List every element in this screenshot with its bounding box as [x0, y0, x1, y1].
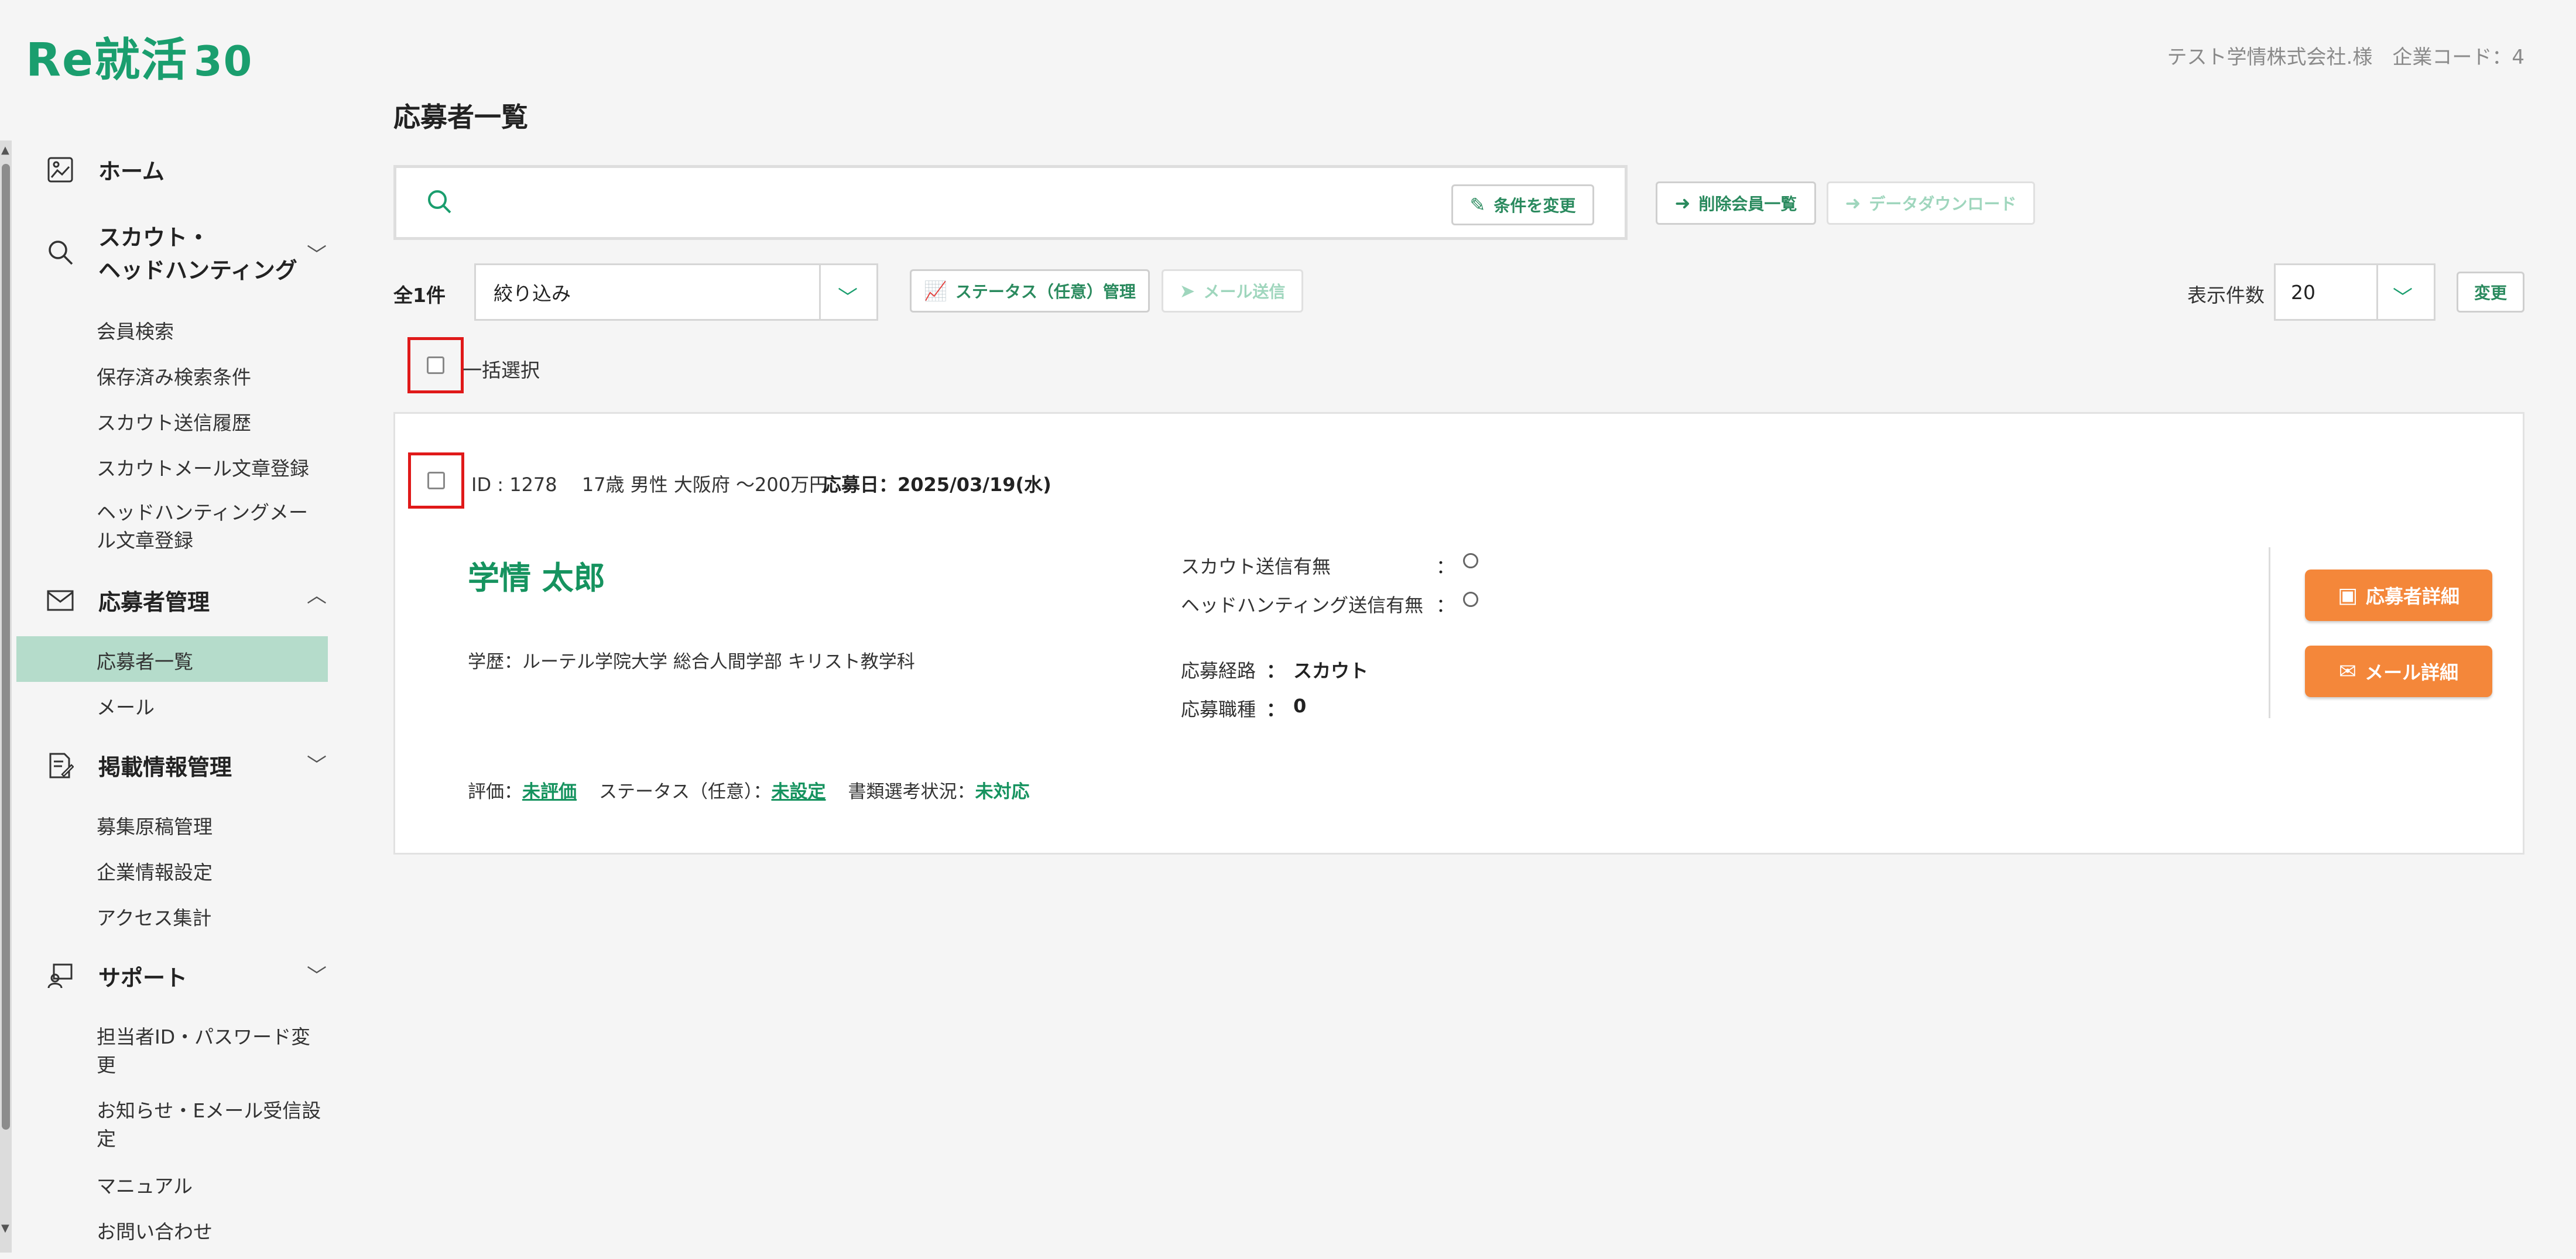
scroll-down-icon[interactable]: ▼	[1, 1222, 9, 1234]
select-all-checkbox[interactable]	[427, 356, 444, 374]
sidebar-item-manual[interactable]: マニュアル	[97, 1171, 193, 1199]
headhunting-sent-label: ヘッドハンティング送信有無	[1181, 594, 1424, 616]
sidebar-label-home: ホーム	[98, 159, 165, 184]
logo-text: Re就活	[26, 34, 188, 87]
applied-date: 応募日：2025/03/19(水)	[823, 474, 1051, 496]
sidebar-item-posting-management[interactable]: 掲載情報管理	[46, 749, 232, 781]
sidebar-label-posting: 掲載情報管理	[98, 754, 232, 780]
chevron-down-icon: ﹀	[838, 286, 858, 310]
sidebar-item-access-stats[interactable]: アクセス集計	[97, 903, 211, 931]
sidebar-item-member-search[interactable]: 会員検索	[97, 316, 174, 344]
document-edit-icon	[46, 751, 75, 780]
sidebar-item-company-info-settings[interactable]: 企業情報設定	[97, 857, 213, 885]
applicant-education: 学歴：ルーテル学院大学 総合人間学部 キリスト教学科	[468, 651, 915, 673]
paper-plane-icon: ➤	[1179, 280, 1195, 302]
chevron-up-icon[interactable]: ︿	[307, 579, 327, 608]
logo-number: 30	[193, 37, 254, 85]
sidebar-item-scout-mail-template[interactable]: スカウトメール文章登録	[97, 453, 309, 481]
home-image-icon	[46, 155, 75, 184]
applicant-card: ID : 1278 17歳 男性 大阪府 ～200万円 応募日：2025/03/…	[393, 412, 2524, 855]
sidebar-item-applicant-management[interactable]: 応募者管理	[46, 584, 210, 616]
applicant-meta: ID : 1278 17歳 男性 大阪府 ～200万円	[471, 474, 828, 496]
mail-detail-button[interactable]: ✉ メール詳細	[2305, 646, 2492, 697]
sidebar-label-scout: スカウト・ ヘッドハンティング	[98, 225, 297, 283]
sidebar-item-contact[interactable]: お問い合わせ	[97, 1216, 213, 1244]
sidebar-item-password-change[interactable]: 担当者ID・パスワード変 更	[97, 1023, 310, 1079]
applicant-checkbox[interactable]	[427, 472, 445, 489]
edit-icon: ✎	[1469, 194, 1486, 216]
app-logo[interactable]: Re就活 30	[26, 23, 253, 89]
chevron-down-icon[interactable]: ﹀	[307, 749, 327, 778]
sidebar-item-saved-search[interactable]: 保存済み検索条件	[97, 362, 251, 390]
display-count-value: 20	[2291, 280, 2315, 304]
total-count: 全1件	[393, 284, 446, 307]
display-count-label: 表示件数	[2187, 284, 2265, 307]
person-card-icon: ▣	[2337, 583, 2358, 608]
chart-icon: 📈	[924, 280, 947, 302]
company-info: テスト学情株式会社.様 企業コード：4	[2167, 46, 2524, 69]
headhunting-sent-colon: ：	[1436, 594, 1455, 616]
mail-icon	[46, 586, 75, 615]
status-label: ステータス（任意）：	[599, 781, 772, 802]
evaluation-row: 評価：未評価 ステータス（任意）：未設定 書類選考状況：未対応	[468, 777, 1030, 803]
route-label: 応募経路	[1181, 660, 1256, 682]
chevron-down-icon: ﹀	[2393, 286, 2413, 310]
route-value: スカウト	[1293, 660, 1369, 682]
sidebar-item-mail[interactable]: メール	[97, 692, 155, 720]
chevron-down-icon[interactable]: ﹀	[307, 960, 327, 989]
applicant-detail-button[interactable]: ▣ 応募者詳細	[2305, 570, 2492, 621]
evaluation-label: 評価：	[468, 781, 522, 802]
job-value: 0	[1293, 695, 1307, 717]
sidebar-item-scout-history[interactable]: スカウト送信履歴	[97, 407, 251, 435]
scout-sent-label: スカウト送信有無	[1181, 555, 1331, 578]
filter-select-value: 絞り込み	[494, 282, 571, 305]
document-screening-label: 書類選考状況：	[848, 781, 975, 802]
change-display-count-button[interactable]: 変更	[2457, 272, 2524, 313]
select-all-checkbox-highlight	[407, 337, 464, 393]
headhunting-sent-radio	[1463, 592, 1478, 607]
arrow-circle-icon: ➜	[1674, 192, 1691, 214]
scout-sent-radio	[1463, 553, 1478, 568]
sidebar-label-support: サポート	[98, 965, 188, 991]
search-icon	[426, 188, 454, 218]
change-conditions-button[interactable]: ✎ 条件を変更	[1451, 184, 1594, 225]
job-colon: ：	[1266, 698, 1286, 721]
applicant-checkbox-highlight	[408, 452, 464, 509]
scroll-up-icon[interactable]: ▲	[1, 144, 9, 156]
sidebar-item-headhunting-mail-template[interactable]: ヘッドハンティングメー ル文章登録	[97, 499, 308, 555]
mail-icon: ✉	[2338, 659, 2357, 684]
deleted-members-button[interactable]: ➜ 削除会員一覧	[1656, 181, 1816, 225]
filter-select[interactable]: 絞り込み ﹀	[474, 263, 878, 321]
vertical-divider	[2269, 547, 2270, 718]
status-manage-button[interactable]: 📈 ステータス（任意）管理	[910, 269, 1150, 313]
evaluation-link[interactable]: 未評価	[522, 781, 577, 802]
document-screening-value: 未対応	[975, 781, 1030, 802]
chevron-down-icon[interactable]: ﹀	[307, 239, 327, 267]
select-all-label[interactable]: 一括選択	[463, 355, 540, 383]
applicant-name[interactable]: 学情 太郎	[468, 552, 605, 598]
sidebar-item-notification-settings[interactable]: お知らせ・Eメール受信設 定	[97, 1097, 321, 1153]
arrow-circle-icon: ➜	[1845, 192, 1861, 214]
sidebar-item-recruitment-drafts[interactable]: 募集原稿管理	[97, 811, 213, 839]
route-colon: ：	[1266, 660, 1286, 682]
sidebar-label-applicant: 応募者管理	[98, 589, 210, 615]
sidebar-scrollbar-thumb[interactable]	[2, 164, 10, 1130]
status-link[interactable]: 未設定	[772, 781, 826, 802]
sidebar-item-applicant-list[interactable]: 応募者一覧	[97, 646, 193, 674]
sidebar-item-scout[interactable]: スカウト・ ヘッドハンティング	[46, 221, 297, 287]
support-person-icon	[46, 962, 75, 991]
data-download-button[interactable]: ➜ データダウンロード	[1827, 181, 2035, 225]
sidebar-item-home[interactable]: ホーム	[46, 153, 165, 186]
send-mail-button[interactable]: ➤ メール送信	[1162, 269, 1303, 313]
display-count-select[interactable]: 20 ﹀	[2274, 263, 2435, 321]
job-label: 応募職種	[1181, 698, 1256, 721]
scout-sent-colon: ：	[1436, 555, 1455, 578]
search-bar[interactable]: ✎ 条件を変更	[393, 165, 1628, 240]
search-icon	[46, 238, 75, 267]
page-title: 応募者一覧	[393, 101, 528, 133]
sidebar-item-support[interactable]: サポート	[46, 960, 187, 992]
